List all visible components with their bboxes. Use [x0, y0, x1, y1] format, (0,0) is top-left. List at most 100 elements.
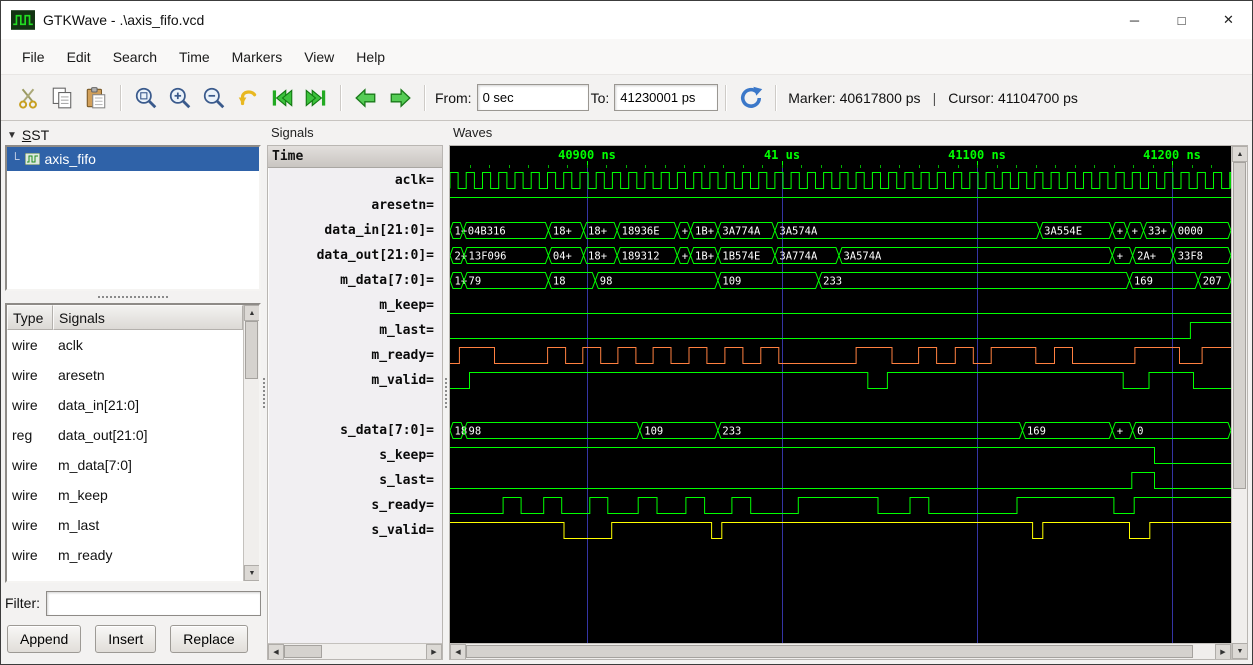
- menu-item-edit[interactable]: Edit: [56, 41, 102, 73]
- paste-button[interactable]: [79, 80, 113, 116]
- window-close-button[interactable]: ✕: [1205, 1, 1252, 39]
- column-header-signals[interactable]: Signals: [53, 305, 243, 330]
- wave-row-m_keep[interactable]: [450, 293, 1231, 318]
- wave-row-aresetn[interactable]: [450, 193, 1231, 218]
- wave-row-aclk[interactable]: [450, 168, 1231, 193]
- replace-button[interactable]: Replace: [170, 625, 248, 653]
- scrollbar-track[interactable]: [284, 644, 426, 659]
- to-input[interactable]: [614, 84, 719, 111]
- signal-label-aclk[interactable]: aclk=: [268, 168, 442, 193]
- reload-button[interactable]: [734, 80, 768, 116]
- append-button[interactable]: Append: [7, 625, 82, 653]
- table-row[interactable]: wire m_ready: [7, 540, 243, 570]
- scrollbar-track[interactable]: [244, 321, 259, 565]
- fetch-left-button[interactable]: [265, 80, 299, 116]
- sst-splitter[interactable]: [5, 291, 261, 303]
- scrollbar-thumb[interactable]: [466, 645, 1193, 658]
- shift-left-button[interactable]: [349, 80, 383, 116]
- zoom-in-button[interactable]: [163, 80, 197, 116]
- scroll-up-button[interactable]: ▲: [1232, 146, 1247, 162]
- menu-item-help[interactable]: Help: [345, 41, 396, 73]
- wave-row-m_data70[interactable]: 1+ 79 18 98 109 233 169 207: [450, 268, 1231, 293]
- menu-item-markers[interactable]: Markers: [221, 41, 294, 73]
- wave-row-s_valid[interactable]: [450, 518, 1231, 543]
- signal-label-m_data70[interactable]: m_data[7:0]=: [268, 268, 442, 293]
- scroll-right-button[interactable]: ▶: [426, 644, 442, 659]
- time-column-header[interactable]: Time: [268, 146, 442, 168]
- insert-button[interactable]: Insert: [95, 625, 157, 653]
- wave-row-m_ready[interactable]: [450, 343, 1231, 368]
- cut-button[interactable]: [11, 80, 45, 116]
- scrollbar-track[interactable]: [466, 644, 1215, 659]
- scroll-left-button[interactable]: ◀: [268, 644, 284, 659]
- wave-row-s_data70[interactable]: 18 98 109 233 169 +0: [450, 418, 1231, 443]
- scroll-down-button[interactable]: ▼: [244, 565, 259, 581]
- wave-row-s_keep[interactable]: [450, 443, 1231, 468]
- wave-row-s_last[interactable]: [450, 468, 1231, 493]
- toolbar-separator: [725, 84, 728, 111]
- table-row[interactable]: wire m_keep: [7, 480, 243, 510]
- signal-label-data_out210[interactable]: data_out[21:0]=: [268, 243, 442, 268]
- wave-row-blank[interactable]: [450, 393, 1231, 418]
- scroll-down-button[interactable]: ▼: [1232, 643, 1247, 659]
- scrollbar-track[interactable]: [1232, 162, 1247, 643]
- scrollbar-thumb[interactable]: [284, 645, 322, 658]
- window-minimize-button[interactable]: ─: [1111, 1, 1158, 39]
- signal-label-s_keep[interactable]: s_keep=: [268, 443, 442, 468]
- signal-label-s_last[interactable]: s_last=: [268, 468, 442, 493]
- signal-label-m_valid[interactable]: m_valid=: [268, 368, 442, 393]
- signal-label-data_in210[interactable]: data_in[21:0]=: [268, 218, 442, 243]
- signal-label-aresetn[interactable]: aresetn=: [268, 193, 442, 218]
- svg-text:0: 0: [1137, 426, 1143, 438]
- table-row[interactable]: reg data_out[21:0]: [7, 420, 243, 450]
- fetch-right-button[interactable]: [299, 80, 333, 116]
- wave-timeline[interactable]: 40900 ns 41 us 41100 ns 41200 ns: [450, 146, 1231, 168]
- wave-row-data_in210[interactable]: 1+ 04B316 18+ 18+ 18936E +1B+ 3A774A 3A574A 3A55…: [450, 218, 1231, 243]
- signal-label-s_ready[interactable]: s_ready=: [268, 493, 442, 518]
- menu-item-file[interactable]: File: [11, 41, 56, 73]
- table-row[interactable]: wire aresetn: [7, 360, 243, 390]
- table-row[interactable]: wire data_in[21:0]: [7, 390, 243, 420]
- signal-label-m_last[interactable]: m_last=: [268, 318, 442, 343]
- menu-item-time[interactable]: Time: [168, 41, 221, 73]
- title-bar[interactable]: GTKWave - .\axis_fifo.vcd ─ □ ✕: [1, 1, 1252, 39]
- scrollbar-thumb[interactable]: [1233, 162, 1246, 490]
- shift-right-button[interactable]: [383, 80, 417, 116]
- table-row[interactable]: wire aclk: [7, 330, 243, 360]
- waves-vscrollbar[interactable]: ▲ ▼: [1231, 146, 1247, 659]
- wave-row-m_last[interactable]: [450, 318, 1231, 343]
- collapse-arrow-icon[interactable]: ▼: [7, 130, 17, 141]
- signal-label-s_valid[interactable]: s_valid=: [268, 518, 442, 543]
- signals-hscrollbar[interactable]: ◀ ▶: [268, 643, 442, 659]
- zoom-out-button[interactable]: [197, 80, 231, 116]
- table-row[interactable]: wire m_data[7:0]: [7, 450, 243, 480]
- menu-item-search[interactable]: Search: [102, 41, 168, 73]
- from-input[interactable]: [476, 84, 589, 111]
- signal-label-m_keep[interactable]: m_keep=: [268, 293, 442, 318]
- wave-rows[interactable]: 1+ 04B316 18+ 18+ 18936E +1B+ 3A774A 3A574A 3A55…: [450, 168, 1231, 643]
- wave-row-m_valid[interactable]: [450, 368, 1231, 393]
- scroll-left-button[interactable]: ◀: [450, 644, 466, 659]
- wave-row-s_ready[interactable]: [450, 493, 1231, 518]
- zoom-undo-button[interactable]: [231, 80, 265, 116]
- signal-label-m_ready[interactable]: m_ready=: [268, 343, 442, 368]
- signal-label-s_data70[interactable]: s_data[7:0]=: [268, 418, 442, 443]
- zoom-fit-button[interactable]: [129, 80, 163, 116]
- from-label: From:: [435, 89, 472, 106]
- tree-item-axis-fifo[interactable]: └ axis_fifo: [7, 147, 259, 171]
- copy-button[interactable]: [45, 80, 79, 116]
- waves-hscrollbar[interactable]: ◀ ▶: [450, 643, 1231, 659]
- scroll-up-button[interactable]: ▲: [244, 305, 259, 321]
- sst-table-vscrollbar[interactable]: ▲ ▼: [243, 305, 259, 581]
- table-row[interactable]: wire m_last: [7, 510, 243, 540]
- window-maximize-button[interactable]: □: [1158, 1, 1205, 39]
- scrollbar-thumb[interactable]: [245, 321, 258, 379]
- cell-type: wire: [12, 457, 38, 473]
- column-header-type[interactable]: Type: [7, 305, 53, 330]
- scroll-right-button[interactable]: ▶: [1215, 644, 1231, 659]
- menu-item-view[interactable]: View: [293, 41, 345, 73]
- signals-panel: Signals Time aclk= aresetn= data_in[21:0]=…: [267, 125, 443, 660]
- wave-row-data_out210[interactable]: 2+ 13F096 04+ 18+ 189312 +1B+ 1B574E 3A774A 3A57…: [450, 243, 1231, 268]
- svg-text:+: +: [682, 226, 688, 238]
- filter-input[interactable]: [46, 590, 261, 616]
